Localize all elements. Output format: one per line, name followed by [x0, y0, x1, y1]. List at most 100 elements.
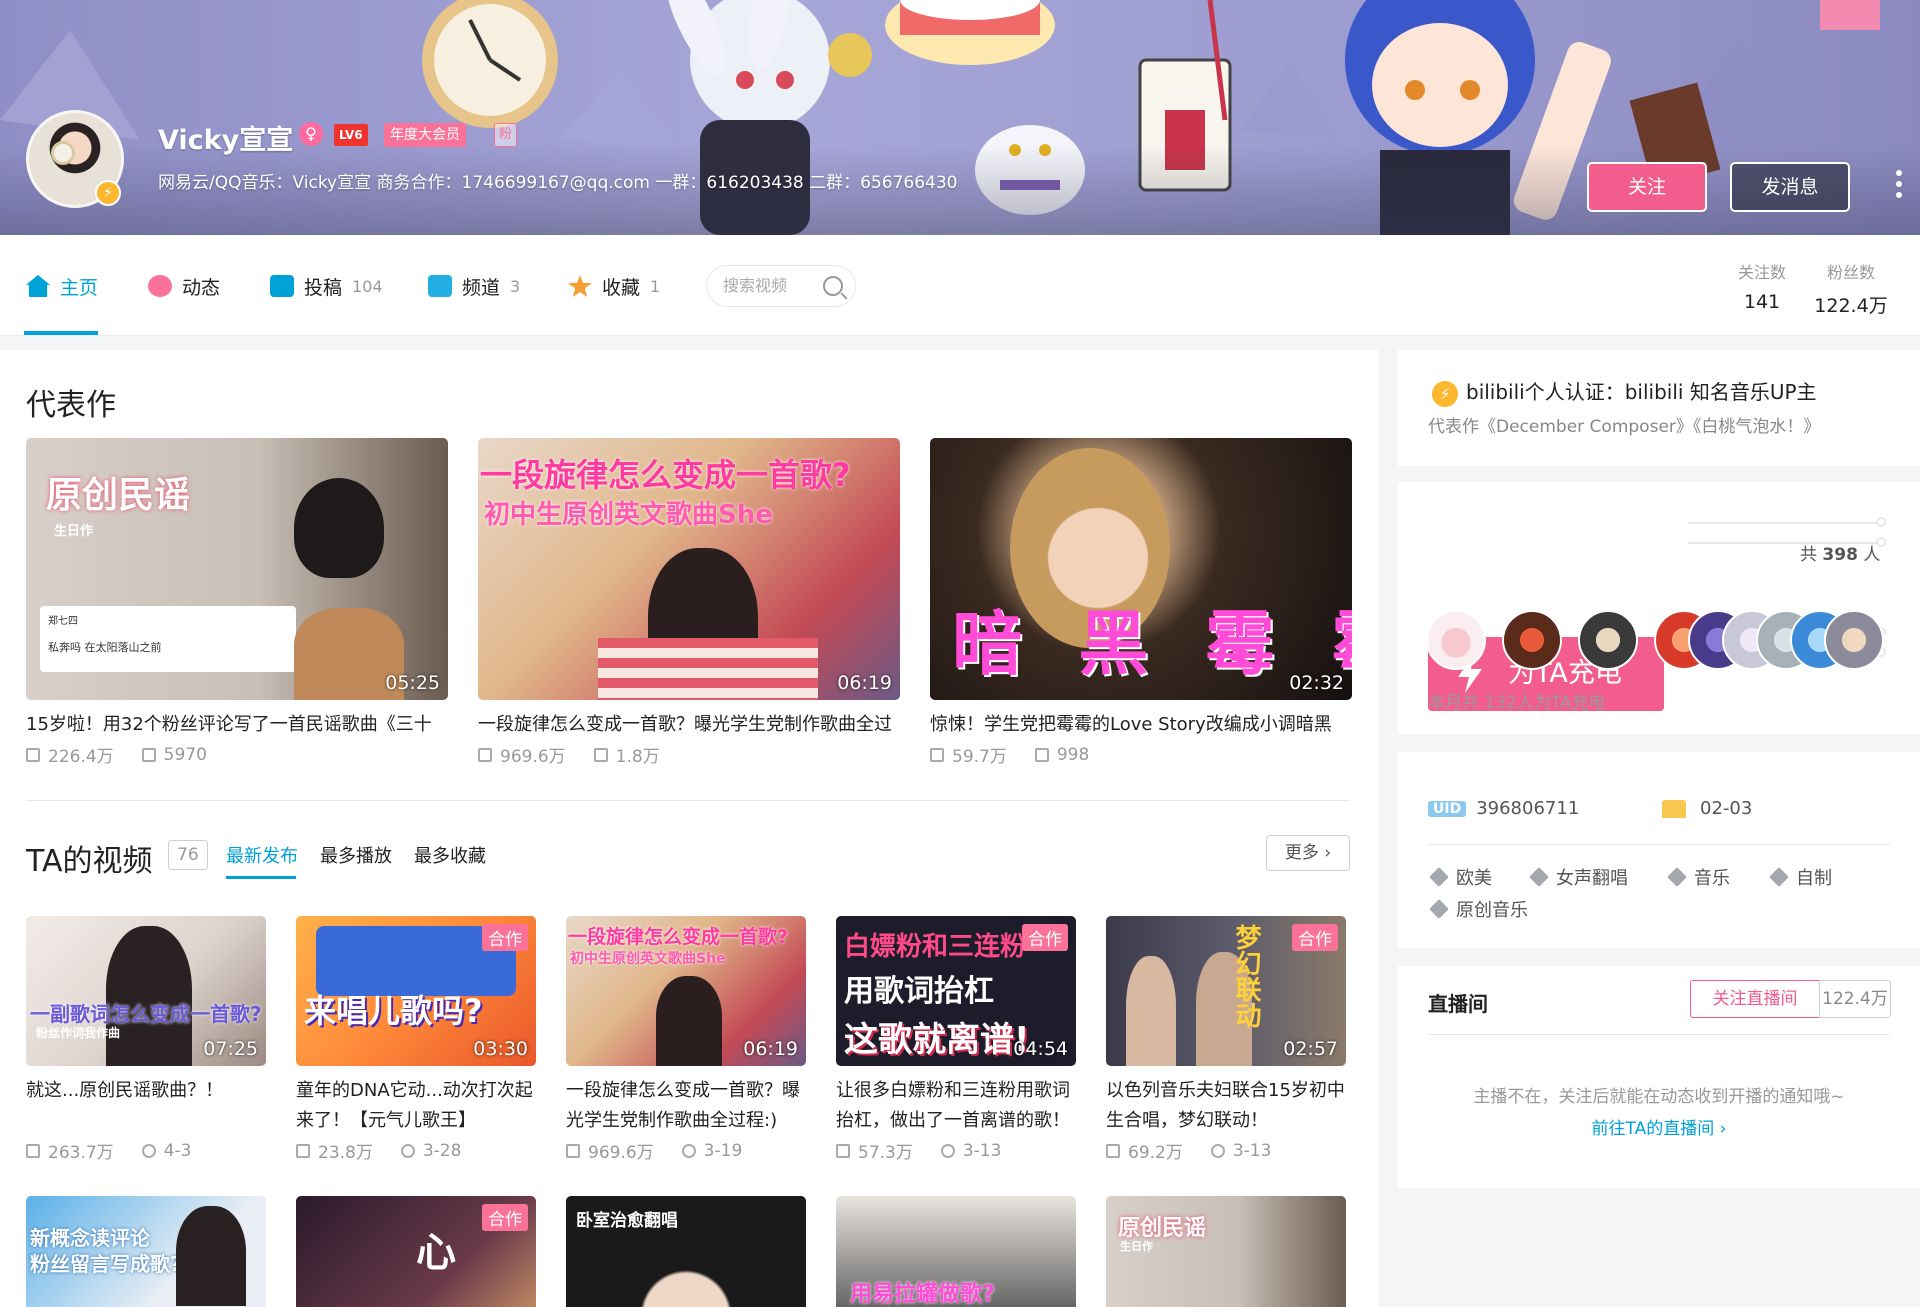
tab-most-played[interactable]: 最多播放: [320, 842, 392, 868]
video-thumbnail[interactable]: 原创民谣 生日作 郑七四 私奔吗 在太阳落山之前 05:25: [26, 438, 448, 700]
live-panel: 直播间 关注直播间 122.4万 主播不在，关注后就能在动态收到开播的通知哦~ …: [1398, 966, 1920, 1188]
video-title[interactable]: 就这...原创民谣歌曲？！: [26, 1076, 266, 1136]
play-count-icon: [836, 1143, 850, 1158]
charger-avatar[interactable]: [1578, 610, 1638, 670]
fans-stat[interactable]: 粉丝数 122.4万: [1808, 259, 1894, 318]
video-search-input[interactable]: 搜索视频: [706, 265, 856, 307]
fan-badge[interactable]: 粉: [494, 123, 518, 147]
tag-item[interactable]: 女声翻唱: [1529, 864, 1628, 890]
tab-most-favorited[interactable]: 最多收藏: [414, 842, 486, 868]
cake-icon: [1662, 799, 1686, 818]
video-thumbnail[interactable]: 暗 黑 霉 霉 02:32: [930, 438, 1352, 700]
tab-upload[interactable]: 投稿 104: [270, 271, 383, 301]
charge-total-count: 398: [1822, 545, 1858, 565]
video-card[interactable]: 心 合作: [296, 1196, 536, 1307]
more-menu-icon[interactable]: [1893, 170, 1905, 204]
person-figure: [106, 926, 192, 1066]
tab-favorite[interactable]: 收藏 1: [568, 271, 660, 301]
uid-row: UID 396806711: [1428, 798, 1579, 819]
upload-date: 3-28: [422, 1140, 462, 1161]
collab-badge: 合作: [482, 1204, 528, 1231]
video-thumbnail[interactable]: 梦幻联动 合作 02:57: [1106, 916, 1346, 1066]
video-thumbnail[interactable]: 心 合作: [296, 1196, 536, 1307]
video-meta: 226.4万 5970: [26, 742, 448, 767]
play-count-icon: [1106, 1143, 1120, 1158]
live-room-link[interactable]: 前往TA的直播间 ›: [1398, 1114, 1920, 1139]
live-follow-button[interactable]: 关注直播间: [1690, 980, 1820, 1018]
video-title[interactable]: 让很多白嫖粉和三连粉用歌词 抬杠，做出了一首离谱的歌！: [836, 1076, 1076, 1136]
charger-avatar[interactable]: [1824, 610, 1884, 670]
charger-avatar[interactable]: [1502, 610, 1562, 670]
video-thumbnail[interactable]: 一段旋律怎么变成一首歌? 初中生原创英文歌曲She 06:19: [566, 916, 806, 1066]
video-title[interactable]: 以色列音乐夫妇联合15岁初中 生合唱，梦幻联动！: [1106, 1076, 1346, 1136]
tab-channel-label: 频道: [462, 276, 501, 299]
tag-label: 原创音乐: [1456, 900, 1528, 921]
video-thumbnail[interactable]: 来唱儿歌吗? 合作 03:30: [296, 916, 536, 1066]
video-thumbnail[interactable]: 原创民谣 生日作: [1106, 1196, 1346, 1307]
masterpiece-card[interactable]: 一段旋律怎么变成一首歌? 初中生原创英文歌曲She 06:19 一段旋律怎么变成…: [478, 438, 900, 767]
video-title[interactable]: 一段旋律怎么变成一首歌？曝光学生党制作歌曲全过: [478, 710, 900, 740]
masterpiece-card[interactable]: 原创民谣 生日作 郑七四 私奔吗 在太阳落山之前 05:25 15岁啦！用32个…: [26, 438, 448, 767]
tab-home[interactable]: 主页: [26, 271, 98, 301]
user-sign: 网易云/QQ音乐：Vicky宣宣 商务合作：1746699167@qq.com …: [158, 173, 958, 193]
circuit-line: [1688, 522, 1878, 524]
video-meta: 969.6万 3-19: [566, 1138, 806, 1163]
charger-avatar[interactable]: [1426, 610, 1486, 670]
person-figure: [656, 976, 722, 1066]
following-stat[interactable]: 关注数 141: [1726, 259, 1798, 313]
video-thumbnail[interactable]: 一副歌词怎么变成一首歌? 粉丝作词我作曲 07:25: [26, 916, 266, 1066]
video-thumbnail[interactable]: 白嫖粉和三连粉 用歌词抬杠 这歌就离谱! 合作 04:54: [836, 916, 1076, 1066]
video-card[interactable]: 一副歌词怎么变成一首歌? 粉丝作词我作曲 07:25 就这...原创民谣歌曲？！…: [26, 916, 266, 1163]
tag-item[interactable]: 自制: [1769, 864, 1832, 890]
video-card[interactable]: 梦幻联动 合作 02:57 以色列音乐夫妇联合15岁初中 生合唱，梦幻联动！ 69…: [1106, 916, 1346, 1163]
video-card[interactable]: 一段旋律怎么变成一首歌? 初中生原创英文歌曲She 06:19 一段旋律怎么变成…: [566, 916, 806, 1163]
more-label: 更多: [1284, 843, 1319, 863]
circuit-dot: [1876, 517, 1886, 527]
tab-dynamic[interactable]: 动态: [148, 271, 220, 301]
video-card[interactable]: 原创民谣 生日作: [1106, 1196, 1346, 1307]
clock-icon: [940, 1143, 955, 1158]
username: Vicky宣宣: [158, 125, 294, 156]
tag-item[interactable]: 欧美: [1429, 864, 1492, 890]
more-videos-button[interactable]: 更多 ›: [1266, 835, 1350, 871]
video-card[interactable]: 来唱儿歌吗? 合作 03:30 童年的DNA它动...动次打次起 来了！【元气儿歌…: [296, 916, 536, 1163]
video-thumbnail[interactable]: 用易拉罐做歌?: [836, 1196, 1076, 1307]
thumb-overlay-sub: 初中生原创英文歌曲She: [570, 951, 726, 967]
thumb-overlay-text: 来唱儿歌吗?: [304, 992, 483, 1030]
tab-dynamic-label: 动态: [182, 276, 221, 299]
masterpiece-card[interactable]: 暗 黑 霉 霉 02:32 惊悚！学生党把霉霉的Love Story改编成小调暗…: [930, 438, 1352, 767]
person-figure: [294, 478, 384, 578]
video-title[interactable]: 15岁啦！用32个粉丝评论写了一首民谣歌曲《三十: [26, 710, 448, 740]
message-button[interactable]: 发消息: [1730, 162, 1850, 212]
video-meta: 69.2万 3-13: [1106, 1138, 1346, 1163]
video-card[interactable]: 卧室治愈翻唱: [566, 1196, 806, 1307]
charge-month-text: 本月共 132人为TA充电: [1428, 693, 1606, 713]
tab-favorite-count: 1: [650, 276, 661, 296]
follow-button[interactable]: 关注: [1587, 162, 1707, 212]
video-thumbnail[interactable]: 一段旋律怎么变成一首歌? 初中生原创英文歌曲She 06:19: [478, 438, 900, 700]
video-title[interactable]: 一段旋律怎么变成一首歌？曝 光学生党制作歌曲全过程:): [566, 1076, 806, 1136]
video-card[interactable]: 用易拉罐做歌?: [836, 1196, 1076, 1307]
play-count-icon: [930, 747, 944, 762]
video-title[interactable]: 童年的DNA它动...动次打次起 来了！【元气儿歌王】: [296, 1076, 536, 1136]
video-title[interactable]: 惊悚！学生党把霉霉的Love Story改编成小调暗黑: [930, 710, 1352, 740]
live-divider: [1428, 1034, 1890, 1035]
tab-latest[interactable]: 最新发布: [226, 842, 298, 868]
tag-item[interactable]: 音乐: [1667, 864, 1730, 890]
birthday-row: 02-03: [1662, 798, 1752, 819]
clock-icon: [1210, 1143, 1225, 1158]
video-card[interactable]: 白嫖粉和三连粉 用歌词抬杠 这歌就离谱! 合作 04:54 让很多白嫖粉和三连粉…: [836, 916, 1076, 1163]
play-count: 69.2万: [1128, 1143, 1183, 1163]
thumb-overlay-sub: 生日作: [54, 524, 94, 539]
level-badge[interactable]: LV6: [334, 124, 368, 146]
vip-badge[interactable]: 年度大会员: [384, 123, 466, 147]
search-icon[interactable]: [823, 276, 843, 296]
comment-name: 郑七四: [48, 616, 78, 627]
video-card[interactable]: 新概念读评论 粉丝留言写成歌?: [26, 1196, 266, 1307]
video-meta: 57.3万 3-13: [836, 1138, 1076, 1163]
video-thumbnail[interactable]: 新概念读评论 粉丝留言写成歌?: [26, 1196, 266, 1307]
video-thumbnail[interactable]: 卧室治愈翻唱: [566, 1196, 806, 1307]
tag-item[interactable]: 原创音乐: [1429, 896, 1528, 922]
tab-channel[interactable]: 频道 3: [428, 271, 520, 301]
play-count: 263.7万: [48, 1143, 114, 1163]
